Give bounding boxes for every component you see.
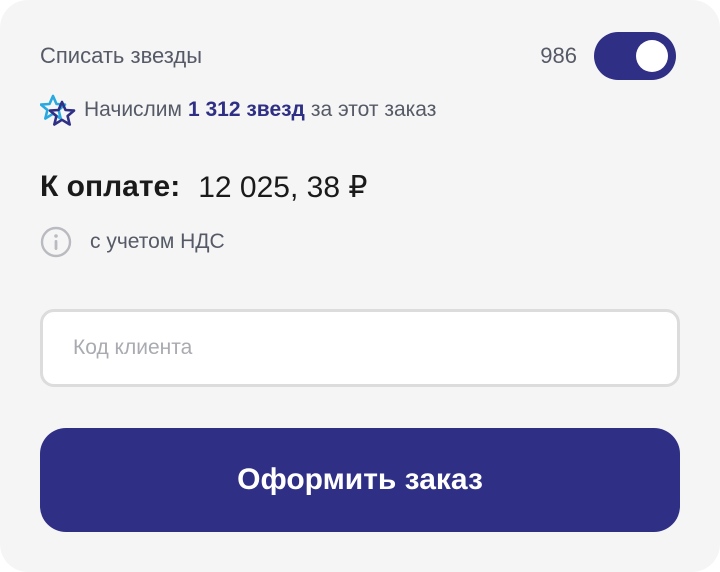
order-summary-card: Списать звезды 986 Начислим 1 312 звезд … <box>0 0 720 572</box>
total-label: К оплате: <box>40 170 181 203</box>
client-code-input[interactable] <box>40 309 680 387</box>
stars-writeoff-label: Списать звезды <box>40 43 203 68</box>
stars-writeoff-row: Списать звезды 986 <box>40 32 676 80</box>
bonus-prefix: Начислим <box>84 98 182 121</box>
stars-writeoff-toggle[interactable] <box>594 32 676 80</box>
bonus-amount: 1 312 звезд <box>187 98 305 121</box>
vat-note-text: с учетом НДС <box>90 230 225 253</box>
bonus-info-row: Начислим 1 312 звезд за этот заказ <box>40 93 436 127</box>
star-icon <box>40 93 76 127</box>
stars-balance: 986 <box>540 43 577 68</box>
stars-balance-group: 986 <box>540 32 676 80</box>
toggle-knob <box>636 40 668 72</box>
bonus-suffix: за этот заказ <box>310 98 437 121</box>
vat-note-row: с учетом НДС <box>40 225 225 259</box>
info-icon[interactable] <box>40 226 72 258</box>
total-row: К оплате: 12 025, 38 ₽ <box>40 166 367 208</box>
total-amount: 12 025, 38 ₽ <box>198 170 368 204</box>
place-order-button[interactable]: Оформить заказ <box>40 428 680 532</box>
